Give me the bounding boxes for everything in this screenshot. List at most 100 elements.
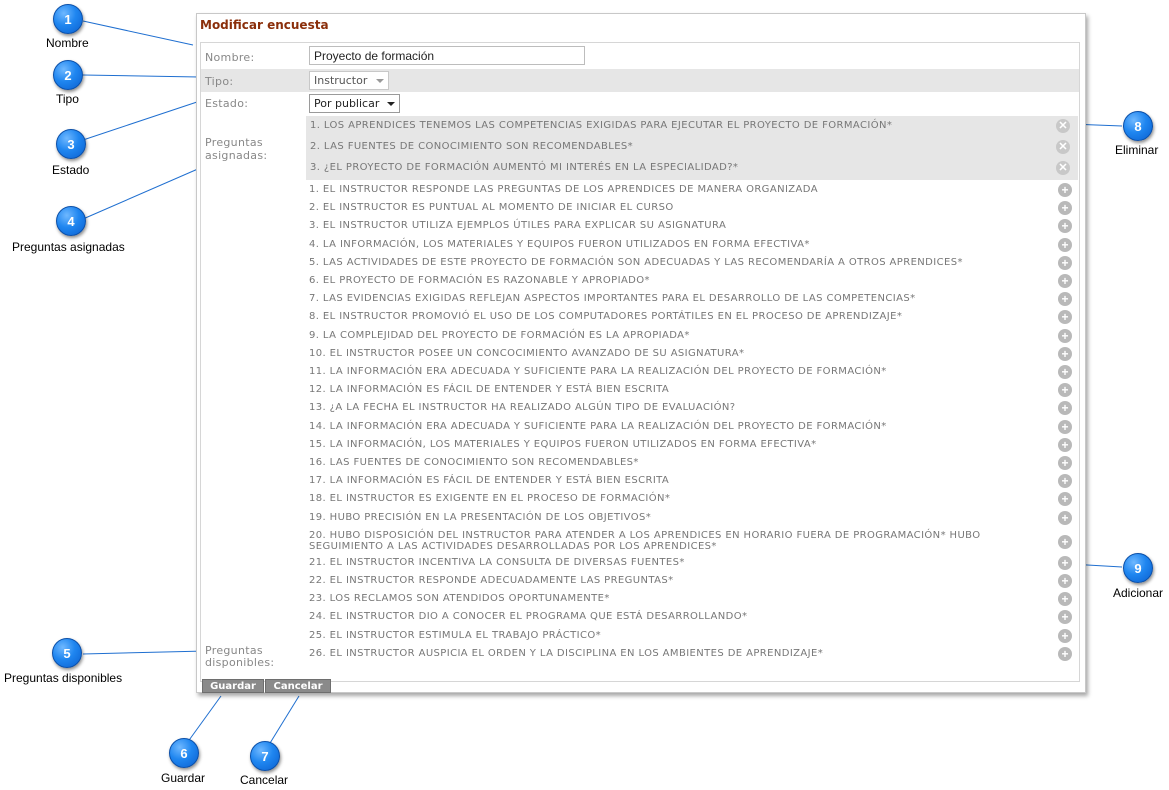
available-question: 15. LA INFORMACIÓN, LOS MATERIALES Y EQU…: [309, 438, 817, 450]
available-question: 12. LA INFORMACIÓN ES FÁCIL DE ENTENDER …: [309, 384, 670, 396]
estado-value: Por publicar: [314, 97, 380, 110]
callout-label-nombre: Nombre: [46, 36, 89, 50]
add-circle-icon[interactable]: +: [1058, 383, 1072, 398]
available-question: 23. LOS RECLAMOS SON ATENDIDOS OPORTUNAM…: [309, 593, 610, 605]
modificar-encuesta-panel: Modificar encuesta Nombre: Proyecto de f…: [196, 13, 1086, 693]
available-question: 20. HUBO DISPOSICIÓN DEL INSTRUCTOR PARA…: [309, 529, 981, 552]
add-circle-icon[interactable]: +: [1058, 346, 1072, 361]
add-circle-icon[interactable]: +: [1058, 437, 1072, 452]
callout-6: 6: [169, 738, 199, 768]
add-circle-icon[interactable]: +: [1058, 328, 1072, 343]
callout-8: 8: [1123, 111, 1153, 141]
add-circle-icon[interactable]: +: [1058, 274, 1072, 288]
available-question: 13. ¿A LA FECHA EL INSTRUCTOR HA REALIZA…: [309, 402, 736, 414]
disponibles-row: Preguntas disponibles: 1. EL INSTRUCTOR …: [201, 180, 1079, 681]
cancel-button[interactable]: Cancelar: [265, 679, 331, 693]
available-question: 22. EL INSTRUCTOR RESPONDE ADECUADAMENTE…: [309, 575, 674, 586]
add-circle-icon[interactable]: +: [1058, 365, 1072, 379]
available-question: 6. EL PROYECTO DE FORMACIÓN ES RAZONABLE…: [309, 275, 650, 286]
available-question: 3. EL INSTRUCTOR UTILIZA EJEMPLOS ÚTILES…: [309, 220, 727, 232]
available-question: 1. EL INSTRUCTOR RESPONDE LAS PREGUNTAS …: [309, 184, 818, 195]
assigned-list: 1. LOS APRENDICES TENEMOS LAS COMPETENCI…: [306, 116, 1078, 180]
add-circle-icon[interactable]: +: [1058, 310, 1072, 325]
asignadas-label: Preguntas asignadas:: [205, 136, 268, 162]
nombre-row: Nombre: Proyecto de formación: [201, 43, 1079, 69]
add-circle-icon[interactable]: +: [1058, 534, 1072, 549]
assigned-question: 1. LOS APRENDICES TENEMOS LAS COMPETENCI…: [310, 120, 893, 131]
callout-label-cancelar: Cancelar: [240, 773, 289, 787]
callout-1: 1: [53, 4, 83, 34]
callout-4: 4: [56, 206, 86, 236]
available-question: 8. EL INSTRUCTOR PROMOVIÓ EL USO DE LOS …: [309, 311, 903, 323]
add-circle-icon[interactable]: +: [1058, 456, 1072, 470]
nombre-input[interactable]: Proyecto de formación: [309, 46, 585, 65]
tipo-select[interactable]: Instructor: [309, 71, 389, 90]
add-circle-icon[interactable]: +: [1058, 646, 1072, 661]
add-circle-icon[interactable]: +: [1058, 592, 1072, 607]
add-circle-icon[interactable]: +: [1058, 201, 1072, 216]
tipo-row: Tipo: Instructor: [201, 69, 1079, 92]
nombre-label: Nombre:: [205, 51, 255, 64]
callout-3: 3: [56, 129, 86, 159]
chevron-down-icon: [387, 102, 395, 106]
button-bar: Guardar Cancelar: [197, 679, 1085, 693]
callout-label-guardar: Guardar: [161, 771, 206, 785]
add-circle-icon[interactable]: +: [1058, 401, 1072, 416]
callout-7: 7: [250, 741, 280, 771]
available-question: 7. LAS EVIDENCIAS EXIGIDAS REFLEJAN ASPE…: [309, 293, 916, 305]
callout-label-preguntas-disponibles: Preguntas disponibles: [4, 671, 123, 685]
callout-5: 5: [52, 638, 82, 668]
add-circle-icon[interactable]: +: [1058, 219, 1072, 234]
available-question: 25. EL INSTRUCTOR ESTIMULA EL TRABAJO PR…: [309, 629, 602, 641]
add-circle-icon[interactable]: +: [1058, 237, 1072, 252]
available-question: 21. EL INSTRUCTOR INCENTIVA LA CONSULTA …: [309, 556, 685, 568]
available-question: 17. LA INFORMACIÓN ES FÁCIL DE ENTENDER …: [309, 475, 670, 487]
asignadas-row: Preguntas asignadas: 1. LOS APRENDICES T…: [201, 114, 1079, 180]
add-circle-icon[interactable]: +: [1058, 255, 1072, 270]
estado-label: Estado:: [205, 97, 249, 110]
callout-9: 9: [1123, 553, 1153, 583]
add-circle-icon[interactable]: +: [1058, 628, 1072, 643]
callout-label-estado: Estado: [52, 163, 90, 177]
tipo-value: Instructor: [314, 74, 368, 87]
available-question: 9. LA COMPLEJIDAD DEL PROYECTO DE FORMAC…: [309, 329, 690, 341]
assigned-question: 3. ¿EL PROYECTO DE FORMACIÓN AUMENTÓ MI …: [310, 162, 739, 173]
add-circle-icon[interactable]: +: [1058, 610, 1072, 625]
callout-label-tipo: Tipo: [56, 92, 79, 106]
available-question: 19. HUBO PRECISIÓN EN LA PRESENTACIÓN DE…: [309, 511, 652, 523]
remove-circle-icon[interactable]: ✕: [1056, 140, 1070, 154]
available-question: 26. EL INSTRUCTOR AUSPICIA EL ORDEN Y LA…: [309, 647, 824, 659]
callout-label-preguntas-asignadas: Preguntas asignadas: [12, 240, 125, 254]
available-question: 10. EL INSTRUCTOR POSEE UN CONCOCIMIENTO…: [309, 347, 745, 359]
remove-circle-icon[interactable]: ✕: [1056, 119, 1070, 133]
add-circle-icon[interactable]: +: [1058, 555, 1072, 570]
estado-row: Estado: Por publicar: [201, 92, 1079, 114]
available-question: 18. EL INSTRUCTOR ES EXIGENTE EN EL PROC…: [309, 493, 671, 505]
available-question: 5. LAS ACTIVIDADES DE ESTE PROYECTO DE F…: [309, 256, 963, 268]
tipo-label: Tipo:: [205, 75, 234, 88]
available-question: 11. LA INFORMACIÓN ERA ADECUADA Y SUFICI…: [309, 366, 887, 377]
assigned-question: 2. LAS FUENTES DE CONOCIMIENTO SON RECOM…: [310, 141, 634, 152]
panel-title: Modificar encuesta: [200, 18, 329, 32]
callout-label-eliminar: Eliminar: [1115, 143, 1159, 157]
disponibles-label: Preguntas disponibles:: [205, 644, 275, 669]
chevron-down-icon: [376, 79, 384, 83]
available-question: 16. LAS FUENTES DE CONOCIMIENTO SON RECO…: [309, 457, 639, 468]
available-question: 14. LA INFORMACIÓN ERA ADECUADA Y SUFICI…: [309, 420, 887, 432]
add-circle-icon[interactable]: +: [1058, 419, 1072, 434]
callout-label-adicionar: Adicionar: [1113, 586, 1164, 600]
save-button[interactable]: Guardar: [202, 679, 264, 693]
available-question: 24. EL INSTRUCTOR DIO A CONOCER EL PROGR…: [309, 611, 748, 623]
add-circle-icon[interactable]: +: [1058, 510, 1072, 525]
survey-form: Nombre: Proyecto de formación Tipo: Inst…: [200, 42, 1080, 682]
remove-circle-icon[interactable]: ✕: [1056, 161, 1070, 175]
estado-select[interactable]: Por publicar: [309, 94, 400, 113]
available-question: 2. EL INSTRUCTOR ES PUNTUAL AL MOMENTO D…: [309, 202, 674, 214]
callout-2: 2: [53, 60, 83, 90]
available-question: 4. LA INFORMACIÓN, LOS MATERIALES Y EQUI…: [309, 238, 810, 250]
add-circle-icon[interactable]: +: [1058, 574, 1072, 588]
add-circle-icon[interactable]: +: [1058, 183, 1072, 197]
add-circle-icon[interactable]: +: [1058, 492, 1072, 507]
add-circle-icon[interactable]: +: [1058, 474, 1072, 489]
add-circle-icon[interactable]: +: [1058, 292, 1072, 307]
